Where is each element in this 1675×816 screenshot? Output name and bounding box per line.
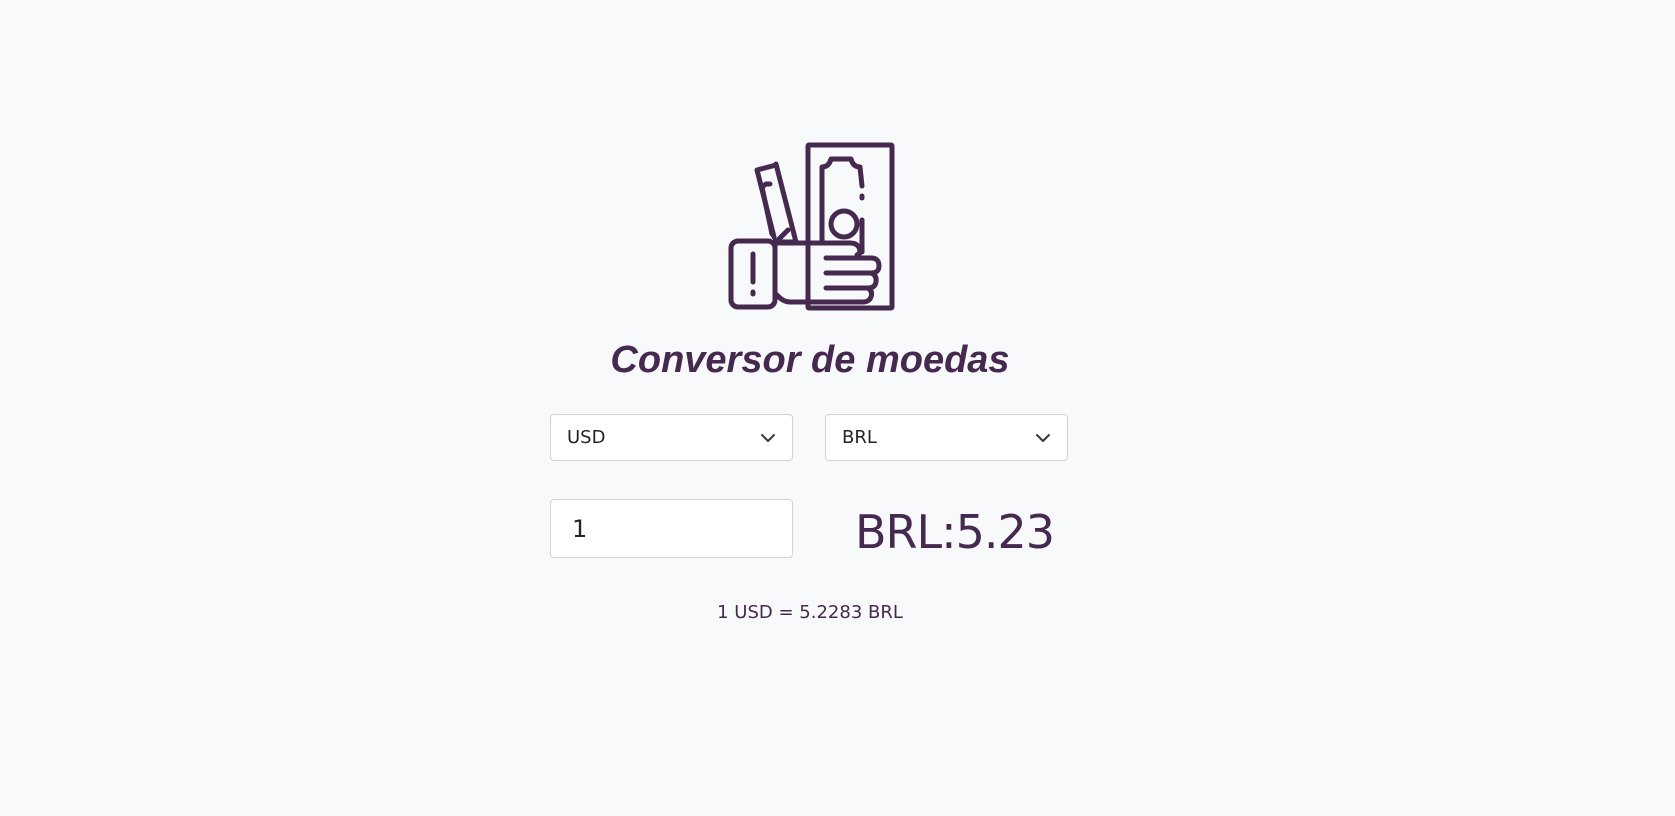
from-currency-value: USD	[567, 427, 606, 448]
to-currency-value: BRL	[842, 427, 877, 448]
page-title: Conversor de moedas	[610, 339, 1010, 381]
chevron-down-icon	[761, 434, 775, 442]
to-currency-select[interactable]: BRL	[825, 414, 1068, 461]
chevron-down-icon	[1036, 434, 1050, 442]
exchange-rate-text: 1 USD = 5.2283 BRL	[717, 602, 903, 623]
from-currency-select[interactable]: USD	[550, 414, 793, 461]
amount-input[interactable]	[550, 499, 793, 558]
hand-holding-money-icon	[728, 142, 895, 311]
converted-result: BRL:5.23	[855, 505, 1055, 559]
